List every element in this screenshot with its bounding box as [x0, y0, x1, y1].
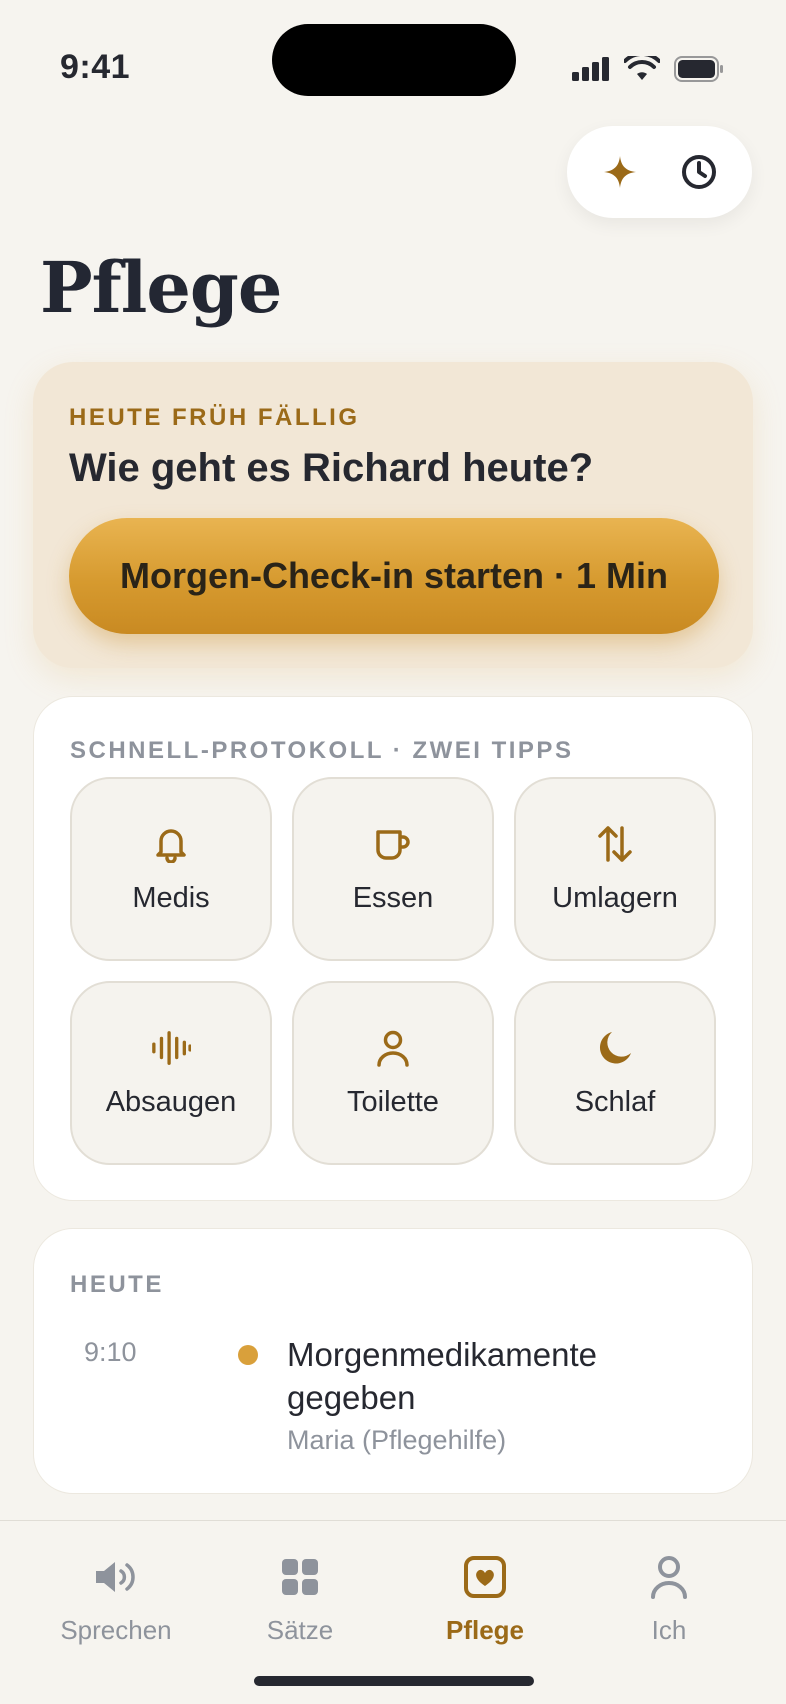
- tile-label: Umlagern: [552, 881, 678, 914]
- tab-saetze[interactable]: Sätze: [208, 1553, 392, 1646]
- status-icons: [572, 56, 724, 82]
- quick-log-medis[interactable]: Medis: [70, 777, 272, 961]
- today-card: HEUTE 9:10 Morgenmedikamente gegeben Mar…: [33, 1228, 753, 1494]
- start-checkin-button[interactable]: Morgen-Check-in starten · 1 Min: [69, 518, 719, 634]
- heart-square-icon: [464, 1556, 506, 1598]
- tab-label: Pflege: [445, 1615, 525, 1645]
- tile-label: Toilette: [347, 1085, 439, 1118]
- page-title: Pflege: [40, 246, 282, 329]
- tab-label: Sprechen: [60, 1615, 172, 1645]
- tab-label: Ich: [651, 1615, 687, 1645]
- tab-label: Sätze: [266, 1615, 334, 1645]
- quick-log-absaugen[interactable]: Absaugen: [70, 981, 272, 1165]
- checkin-question: Wie geht es Richard heute?: [69, 446, 594, 490]
- grid-icon: [282, 1559, 318, 1595]
- assistant-button[interactable]: [592, 144, 648, 200]
- tile-label: Essen: [352, 881, 434, 914]
- checkin-card: HEUTE FRÜH FÄLLIG Wie geht es Richard he…: [33, 362, 753, 668]
- wifi-icon: [624, 56, 660, 80]
- entry-time: 9:10: [84, 1337, 137, 1367]
- tab-ich[interactable]: Ich: [577, 1553, 761, 1646]
- dynamic-island: [272, 24, 516, 96]
- entry-status-dot: [238, 1345, 258, 1365]
- tile-label: Schlaf: [574, 1085, 656, 1118]
- today-label: HEUTE: [70, 1271, 164, 1298]
- quick-log-card: SCHNELL-PROTOKOLL · ZWEI TIPPS Medis Ess…: [33, 696, 753, 1201]
- status-time: 9:41: [60, 48, 131, 86]
- quick-log-umlagern[interactable]: Umlagern: [514, 777, 716, 961]
- history-button[interactable]: [671, 144, 727, 200]
- sparkle-icon: [604, 156, 637, 188]
- entry-author: Maria (Pflegehilfe): [287, 1425, 507, 1455]
- person-icon: [377, 1030, 409, 1067]
- swap-icon: [598, 825, 632, 862]
- person-icon: [651, 1556, 687, 1599]
- quick-log-label: SCHNELL-PROTOKOLL · ZWEI TIPPS: [70, 737, 574, 764]
- bell-icon: [156, 828, 186, 863]
- tab-pflege[interactable]: Pflege: [393, 1553, 577, 1646]
- entry-title: Morgenmedikamente gegeben: [287, 1336, 597, 1416]
- clock-icon: [681, 155, 716, 189]
- cup-icon: [376, 829, 410, 860]
- top-action-pill: [567, 126, 752, 218]
- tab-sprechen[interactable]: Sprechen: [24, 1553, 208, 1646]
- checkin-eyebrow: HEUTE FRÜH FÄLLIG: [69, 404, 360, 431]
- tile-label: Absaugen: [105, 1085, 237, 1118]
- quick-log-schlaf[interactable]: Schlaf: [514, 981, 716, 1165]
- cellular-signal-icon: [572, 57, 609, 81]
- quick-log-toilette[interactable]: Toilette: [292, 981, 494, 1165]
- battery-icon: [674, 56, 723, 82]
- quick-log-essen[interactable]: Essen: [292, 777, 494, 961]
- tile-label: Medis: [132, 881, 210, 914]
- moon-icon: [599, 1031, 631, 1063]
- speaker-icon: [96, 1562, 135, 1592]
- home-indicator[interactable]: [254, 1676, 534, 1686]
- waveform-icon: [152, 1030, 191, 1065]
